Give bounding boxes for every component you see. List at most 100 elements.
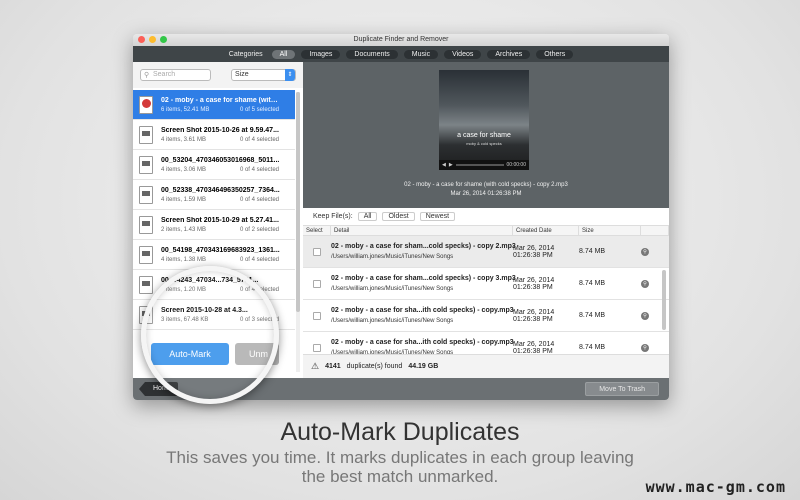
image-file-icon <box>139 245 153 264</box>
group-selected-count: 0 of 5 selected <box>239 106 279 113</box>
detail-pane: a case for shame moby & cold specks ◀ ▶ … <box>303 62 669 378</box>
categories-label: Categories <box>228 50 263 58</box>
preview-area: a case for shame moby & cold specks ◀ ▶ … <box>303 62 669 208</box>
duplicate-size: 44.19 GB <box>408 363 439 370</box>
album-art: a case for shame moby & cold specks ◀ ▶ … <box>439 70 529 170</box>
home-button[interactable]: Home <box>139 382 178 396</box>
tab-documents[interactable]: Documents <box>346 49 398 59</box>
keep-oldest-button[interactable]: Oldest <box>382 212 415 221</box>
sort-select[interactable]: Size ⇕ <box>231 69 296 81</box>
created-date: Mar 26, 2014 01:26:38 PM <box>513 340 555 355</box>
group-name: Screen Shot 2015-10-26 at 9.59.47... <box>161 126 279 134</box>
close-window-button[interactable] <box>138 36 145 43</box>
window-controls <box>138 36 167 43</box>
group-selected-count: 0 of 4 selected <box>239 286 279 293</box>
sidebar-scrollbar[interactable] <box>296 92 300 372</box>
column-header-select[interactable]: Select <box>303 225 331 236</box>
table-row[interactable]: 02 - moby - a case for sham...cold speck… <box>303 236 669 268</box>
minimize-window-button[interactable] <box>149 36 156 43</box>
unmark-button[interactable]: Unm <box>235 343 279 365</box>
seek-bar[interactable] <box>455 164 504 166</box>
search-icon: ⚲ <box>144 72 150 79</box>
created-date: Mar 26, 2014 01:26:38 PM <box>513 244 555 259</box>
group-info: 4 items, 3.61 MB <box>161 136 207 143</box>
reveal-icon[interactable]: ⚲ <box>641 343 649 352</box>
file-size: 8.74 MB <box>579 248 606 255</box>
table-row[interactable]: 02 - moby - a case for sham...cold speck… <box>303 268 669 300</box>
group-name: 00_52338_470346496350257_7364... <box>161 186 280 194</box>
group-selected-count: 0 of 3 selected <box>239 316 279 323</box>
status-bar: ⚠ 4141 duplicate(s) found 44.19 GB <box>303 354 669 378</box>
column-header-size[interactable]: Size <box>579 225 641 236</box>
image-file-icon <box>139 275 153 294</box>
image-file-icon <box>139 215 153 234</box>
file-name: 02 - moby - a case for sham...cold speck… <box>331 243 516 250</box>
play-icon[interactable]: ▶ <box>449 162 453 168</box>
group-name: 02 - moby - a case for shame (with c... <box>161 96 281 104</box>
keep-files-bar: Keep File(s): All Oldest Newest <box>303 208 669 226</box>
group-list: 02 - moby - a case for shame (with c... … <box>133 90 295 330</box>
group-item[interactable]: Screen Shot 2015-10-29 at 5.27.41... 2 i… <box>133 210 295 240</box>
category-bar: Categories All Images Documents Music Vi… <box>133 46 669 62</box>
group-info: 4 items, 1.59 MB <box>161 196 207 203</box>
move-to-trash-button[interactable]: Move To Trash <box>585 382 659 396</box>
group-info: 6 items, 52.41 MB <box>161 106 210 113</box>
auto-mark-button[interactable]: Auto-Mark <box>151 343 229 365</box>
group-info: 4 items, 1.20 MB <box>161 286 207 293</box>
group-item[interactable]: 00_53204_470346053016968_5011... 4 items… <box>133 150 295 180</box>
tab-music[interactable]: Music <box>403 49 439 59</box>
duplicate-text: duplicate(s) found <box>346 363 403 370</box>
reveal-icon[interactable]: ⚲ <box>641 247 649 256</box>
group-item[interactable]: 00_52338_470346496350257_7364... 4 items… <box>133 180 295 210</box>
group-item[interactable]: 00_54198_470343169683923_1361... 4 items… <box>133 240 295 270</box>
file-size: 8.74 MB <box>579 280 606 287</box>
group-item[interactable]: Screen 2015-10-28 at 4.3... 3 items, 67.… <box>133 300 295 330</box>
tab-videos[interactable]: Videos <box>444 49 482 59</box>
table-row[interactable]: 02 - moby - a case for sha...ith cold sp… <box>303 300 669 332</box>
tab-archives[interactable]: Archives <box>487 49 531 59</box>
row-checkbox[interactable] <box>313 279 321 288</box>
keep-newest-button[interactable]: Newest <box>419 212 456 221</box>
search-input[interactable]: ⚲ Search <box>140 69 212 81</box>
group-name: 00_53204_470346053016968_5011... <box>161 156 280 164</box>
tab-images[interactable]: Images <box>301 49 341 59</box>
search-placeholder: Search <box>153 71 176 78</box>
keep-files-label: Keep File(s): <box>313 213 353 220</box>
file-path: /Users/william.jones/Music/iTunes/New So… <box>331 318 454 324</box>
column-header-action <box>641 225 669 236</box>
column-header-created[interactable]: Created Date <box>513 225 579 236</box>
sort-value: Size <box>235 71 249 78</box>
image-file-icon <box>139 305 153 324</box>
group-item[interactable]: 00_54243_47034...734_5781... 4 items, 1.… <box>133 270 295 300</box>
tab-all[interactable]: All <box>271 49 296 59</box>
image-file-icon <box>139 155 153 174</box>
table-scrollbar[interactable] <box>662 270 666 330</box>
row-checkbox[interactable] <box>313 247 321 256</box>
warning-icon: ⚠ <box>311 361 320 371</box>
group-info: 2 items, 1.43 MB <box>161 226 207 233</box>
zoom-window-button[interactable] <box>160 36 167 43</box>
volume-icon[interactable]: ◀ <box>442 162 446 168</box>
app-window: Duplicate Finder and Remover Categories … <box>133 34 669 400</box>
group-sidebar: ⚲ Search Size ⇕ 02 - moby - a case for s… <box>133 62 303 400</box>
table-header: Select Detail Created Date Size <box>303 225 669 236</box>
file-name: 02 - moby - a case for sha...ith cold sp… <box>331 307 514 314</box>
reveal-icon[interactable]: ⚲ <box>641 311 649 320</box>
watermark: www.mac-gm.com <box>645 478 786 496</box>
media-controls: ◀ ▶ 00:00:00 <box>439 160 529 170</box>
album-art-subtitle: moby & cold specks <box>466 141 502 146</box>
column-header-detail[interactable]: Detail <box>331 225 513 236</box>
group-item[interactable]: 02 - moby - a case for shame (with c... … <box>133 90 295 120</box>
reveal-icon[interactable]: ⚲ <box>641 279 649 288</box>
group-item[interactable]: Screen Shot 2015-10-26 at 9.59.47... 4 i… <box>133 120 295 150</box>
album-art-title: a case for shame <box>457 132 511 139</box>
created-date: Mar 26, 2014 01:26:38 PM <box>513 308 555 323</box>
row-checkbox[interactable] <box>313 311 321 320</box>
created-date: Mar 26, 2014 01:26:38 PM <box>513 276 555 291</box>
row-checkbox[interactable] <box>313 343 321 352</box>
chevron-updown-icon: ⇕ <box>285 69 295 81</box>
tab-others[interactable]: Others <box>536 49 574 59</box>
keep-all-button[interactable]: All <box>357 212 378 221</box>
preview-caption: 02 - moby - a case for shame (with cold … <box>303 181 669 199</box>
group-info: 4 items, 3.06 MB <box>161 166 207 173</box>
